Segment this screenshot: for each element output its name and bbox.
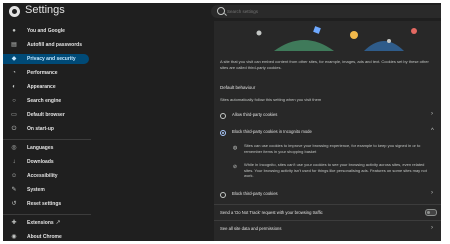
sidebar-item-autofill[interactable]: ▤ Autofill and passwords bbox=[3, 40, 89, 50]
shield-icon: ◆ bbox=[11, 56, 17, 62]
speedometer-icon: ◔ bbox=[12, 70, 16, 76]
do-not-track-toggle[interactable] bbox=[425, 209, 437, 216]
sidebar-item-label: Languages bbox=[27, 145, 54, 151]
sidebar-item-label: Search engine bbox=[27, 98, 62, 104]
block-incognito-label: Block third-party cookies in Incognito m… bbox=[232, 129, 312, 134]
search-box[interactable] bbox=[211, 5, 441, 18]
download-icon: ↓ bbox=[12, 159, 16, 165]
power-icon: ⏻ bbox=[11, 126, 17, 132]
sidebar-item-languages[interactable]: ◎ Languages bbox=[3, 143, 89, 153]
sidebar-item-label: You and Google bbox=[27, 28, 65, 34]
palette-icon: ◐ bbox=[12, 84, 16, 90]
cookie-icon: ◍ bbox=[232, 145, 238, 151]
sidebar-item-accessibility[interactable]: ☺ Accessibility bbox=[3, 171, 89, 181]
sidebar-item-privacy[interactable]: ◆ Privacy and security bbox=[3, 54, 89, 64]
sidebar-divider bbox=[3, 214, 91, 215]
block-third-party-radio[interactable] bbox=[220, 192, 226, 198]
settings-window: Settings ● You and Google ▤ Autofill and… bbox=[3, 3, 441, 241]
sidebar-item-label: Downloads bbox=[27, 159, 54, 165]
allow-third-party-radio[interactable] bbox=[220, 113, 226, 119]
browser-icon: ▭ bbox=[11, 112, 17, 118]
top-bar: Settings bbox=[3, 3, 441, 20]
sidebar-item-label: System bbox=[27, 187, 45, 193]
expand-icon[interactable]: › bbox=[431, 111, 433, 117]
sidebar-item-default-browser[interactable]: ▭ Default browser bbox=[3, 110, 89, 120]
chrome-logo-icon bbox=[9, 6, 20, 17]
sidebar-item-label: Autofill and passwords bbox=[27, 42, 83, 48]
puzzle-icon: ✚ bbox=[11, 220, 17, 226]
key-icon: ▤ bbox=[11, 42, 17, 48]
sidebar-item-system[interactable]: ✎ System bbox=[3, 185, 89, 195]
sidebar-item-label: Default browser bbox=[27, 112, 65, 118]
search-icon bbox=[217, 7, 225, 15]
sidebar-item-you-and-google[interactable]: ● You and Google bbox=[3, 26, 89, 36]
default-behaviour-heading: Default behaviour bbox=[220, 85, 256, 90]
sidebar-item-search-engine[interactable]: ○ Search engine bbox=[3, 96, 89, 106]
incognito-detail-1: Sites can use cookies to improve your br… bbox=[244, 143, 421, 154]
section-divider bbox=[214, 204, 441, 205]
allow-third-party-label: Allow third-party cookies bbox=[232, 112, 278, 117]
block-incognito-radio[interactable] bbox=[220, 130, 226, 136]
sidebar-item-label: Extensions bbox=[27, 220, 54, 226]
sidebar-item-label: On start-up bbox=[27, 126, 54, 132]
sidebar-item-reset[interactable]: ↺ Reset settings bbox=[3, 199, 89, 209]
sidebar-item-appearance[interactable]: ◐ Appearance bbox=[3, 82, 89, 92]
globe-icon: ◎ bbox=[11, 145, 17, 151]
sidebar-item-label: Reset settings bbox=[27, 201, 62, 207]
sidebar-item-label: Appearance bbox=[27, 84, 56, 90]
visibility-off-icon: ⊘ bbox=[232, 164, 238, 170]
external-link-icon: ↗ bbox=[55, 220, 61, 226]
sidebar-item-on-startup[interactable]: ⏻ On start-up bbox=[3, 124, 89, 134]
cookies-settings-panel: A site that you visit can embed content … bbox=[214, 21, 441, 241]
sidebar-item-label: Performance bbox=[27, 70, 58, 76]
block-third-party-label: Block third-party cookies bbox=[232, 191, 278, 196]
see-all-site-data-link[interactable]: See all site data and permissions bbox=[220, 226, 281, 231]
sidebar-item-performance[interactable]: ◔ Performance bbox=[3, 68, 89, 78]
sidebar-item-label: Accessibility bbox=[27, 173, 58, 179]
search-input[interactable] bbox=[227, 5, 427, 18]
person-icon: ● bbox=[12, 28, 16, 34]
expand-icon[interactable]: › bbox=[431, 190, 433, 196]
section-divider bbox=[214, 220, 441, 221]
sidebar-item-about-chrome[interactable]: ◉ About Chrome bbox=[3, 232, 89, 241]
default-behaviour-subtitle: Sites automatically follow this setting … bbox=[220, 97, 322, 102]
reset-icon: ↺ bbox=[11, 201, 17, 207]
sidebar-item-label: Privacy and security bbox=[27, 56, 76, 62]
accessibility-icon: ☺ bbox=[11, 173, 18, 179]
wrench-icon: ✎ bbox=[11, 187, 17, 193]
incognito-detail-2: While in Incognito, sites can't use your… bbox=[244, 162, 427, 178]
intro-text: A site that you visit can embed content … bbox=[220, 59, 429, 70]
sidebar-item-extensions[interactable]: ✚ Extensions ↗ bbox=[3, 218, 89, 228]
chevron-right-icon[interactable]: › bbox=[431, 225, 433, 231]
cookies-illustration bbox=[214, 21, 441, 51]
sidebar: ● You and Google ▤ Autofill and password… bbox=[3, 21, 93, 241]
chrome-icon: ◉ bbox=[11, 234, 17, 240]
page-title: Settings bbox=[25, 4, 65, 16]
chevron-up-icon[interactable]: ^ bbox=[431, 128, 434, 134]
sidebar-item-downloads[interactable]: ↓ Downloads bbox=[3, 157, 89, 167]
sidebar-item-label: About Chrome bbox=[27, 234, 62, 240]
sidebar-divider bbox=[3, 139, 91, 140]
search-icon: ○ bbox=[12, 98, 16, 104]
do-not-track-label: Send a 'Do Not Track' request with your … bbox=[220, 210, 323, 215]
